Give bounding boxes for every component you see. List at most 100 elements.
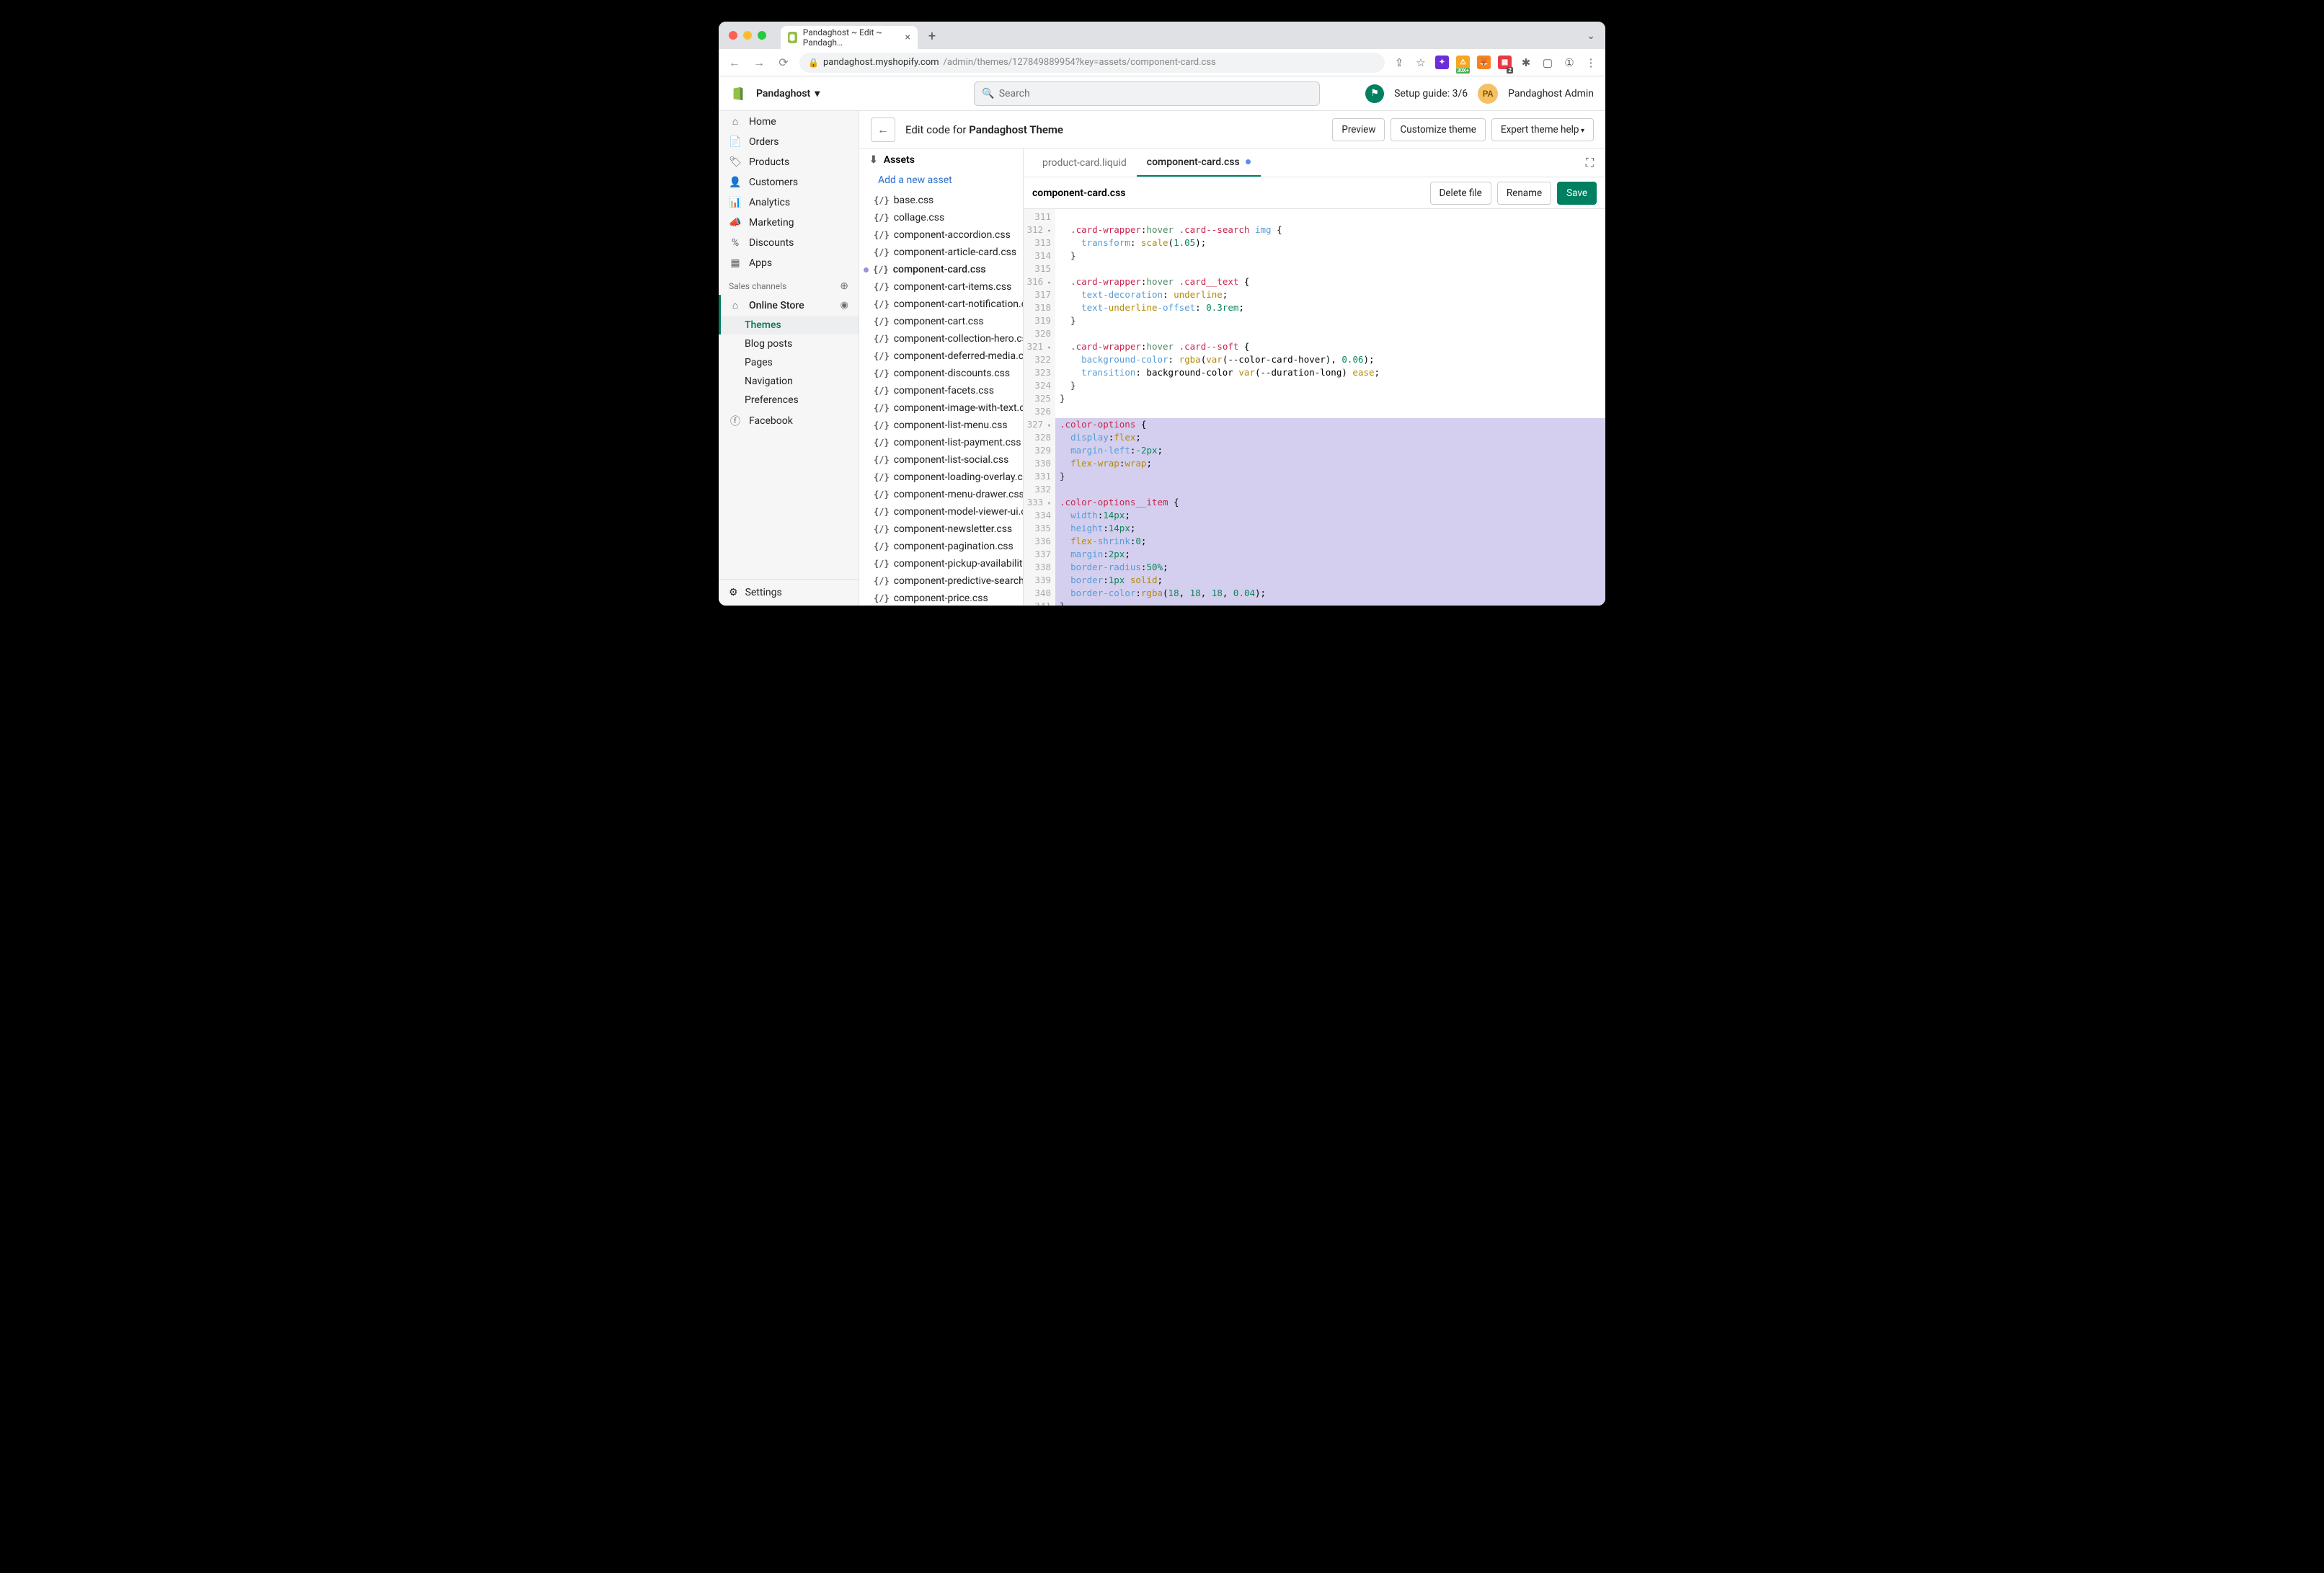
code-line[interactable]: height:14px; <box>1055 522 1605 535</box>
update-icon[interactable]: ① <box>1562 56 1576 69</box>
nav-home[interactable]: ⌂Home <box>719 111 859 132</box>
file-item[interactable]: {/}component-discounts.css <box>859 365 1023 382</box>
kebab-menu-icon[interactable]: ⋮ <box>1584 56 1598 69</box>
code-line[interactable]: .color-options { <box>1055 418 1605 431</box>
file-item[interactable]: {/}component-newsletter.css <box>859 520 1023 538</box>
setup-guide-link[interactable]: Setup guide: 3/6 <box>1394 88 1468 99</box>
save-button[interactable]: Save <box>1557 182 1597 205</box>
nav-customers[interactable]: 👤Customers <box>719 172 859 192</box>
nav-settings[interactable]: ⚙ Settings <box>719 579 859 606</box>
code-line[interactable] <box>1055 483 1605 496</box>
file-item[interactable]: {/}component-article-card.css <box>859 244 1023 261</box>
code-line[interactable]: flex-shrink:0; <box>1055 535 1605 548</box>
code-line[interactable]: .card-wrapper:hover .card__text { <box>1055 275 1605 288</box>
code-line[interactable]: transition: background-color var(--durat… <box>1055 366 1605 379</box>
editor-tab[interactable]: component-card.css <box>1137 149 1261 177</box>
editor-tab[interactable]: product-card.liquid <box>1032 149 1137 177</box>
code-line[interactable]: width:14px; <box>1055 509 1605 522</box>
code-line[interactable]: } <box>1055 249 1605 262</box>
code-line[interactable]: } <box>1055 392 1605 405</box>
nav-marketing[interactable]: 📣Marketing <box>719 213 859 233</box>
file-item[interactable]: {/}component-model-viewer-ui.css <box>859 503 1023 520</box>
add-asset-link[interactable]: Add a new asset <box>859 172 1023 192</box>
code-line[interactable] <box>1055 211 1605 223</box>
assets-section-header[interactable]: ⬇ Assets <box>859 149 1023 172</box>
code-line[interactable]: margin-left:-2px; <box>1055 444 1605 457</box>
file-item[interactable]: {/}component-card.css <box>859 261 1023 278</box>
tabs-menu-button[interactable]: ⌄ <box>1584 27 1598 45</box>
code-line[interactable] <box>1055 262 1605 275</box>
nav-sub-pages[interactable]: Pages <box>719 353 859 372</box>
file-item[interactable]: {/}component-list-payment.css <box>859 434 1023 451</box>
code-line[interactable]: } <box>1055 600 1605 606</box>
nav-orders[interactable]: 📄Orders <box>719 132 859 152</box>
code-line[interactable]: text-underline-offset: 0.3rem; <box>1055 301 1605 314</box>
address-bar[interactable]: 🔒 pandaghost.myshopify.com/admin/themes/… <box>799 53 1385 73</box>
avatar[interactable]: PA <box>1478 84 1498 104</box>
bookmark-icon[interactable]: ☆ <box>1414 56 1428 69</box>
code-line[interactable]: } <box>1055 379 1605 392</box>
file-item[interactable]: {/}collage.css <box>859 209 1023 226</box>
expand-editor-button[interactable]: ⛶ <box>1583 149 1597 177</box>
forward-button[interactable]: → <box>750 56 768 70</box>
file-item[interactable]: {/}component-image-with-text.css <box>859 399 1023 417</box>
nav-sub-navigation[interactable]: Navigation <box>719 372 859 391</box>
file-item[interactable]: {/}component-price.css <box>859 590 1023 606</box>
extension-2[interactable]: ⚠30X+ <box>1456 56 1470 69</box>
code-line[interactable]: text-decoration: underline; <box>1055 288 1605 301</box>
extension-3[interactable]: 🦊 <box>1477 56 1491 69</box>
code-line[interactable]: background-color: rgba(var(--color-card-… <box>1055 353 1605 366</box>
extension-1[interactable]: ✦ <box>1435 56 1449 69</box>
file-item[interactable]: {/}component-menu-drawer.css <box>859 486 1023 503</box>
file-item[interactable]: {/}component-predictive-search.css <box>859 572 1023 590</box>
customize-theme-button[interactable]: Customize theme <box>1391 118 1485 141</box>
browser-tab[interactable]: Pandaghost ~ Edit ~ Pandagh… × <box>781 26 918 49</box>
reload-button[interactable]: ⟳ <box>775 56 792 69</box>
nav-facebook[interactable]: ⓕ Facebook <box>719 409 859 433</box>
code-line[interactable]: border-radius:50%; <box>1055 561 1605 574</box>
code-line[interactable]: margin:2px; <box>1055 548 1605 561</box>
file-item[interactable]: {/}component-collection-hero.css <box>859 330 1023 347</box>
nav-sub-blog-posts[interactable]: Blog posts <box>719 334 859 353</box>
code-body[interactable]: .card-wrapper:hover .card--search img { … <box>1055 209 1605 606</box>
extensions-icon[interactable]: ✱ <box>1519 56 1533 69</box>
admin-name[interactable]: Pandaghost Admin <box>1508 88 1594 99</box>
file-item[interactable]: {/}component-accordion.css <box>859 226 1023 244</box>
code-line[interactable]: } <box>1055 314 1605 327</box>
back-to-themes-button[interactable]: ← <box>871 118 895 142</box>
file-item[interactable]: {/}component-pagination.css <box>859 538 1023 555</box>
maximize-window-button[interactable] <box>758 31 766 40</box>
code-line[interactable]: .card-wrapper:hover .card--search img { <box>1055 223 1605 236</box>
file-item[interactable]: {/}component-loading-overlay.css <box>859 469 1023 486</box>
file-item[interactable]: {/}component-pickup-availability.css <box>859 555 1023 572</box>
expert-help-button[interactable]: Expert theme help <box>1491 118 1594 141</box>
code-editor[interactable]: 3113123133143153163173183193203213223233… <box>1024 209 1605 606</box>
add-channel-button[interactable]: ⊕ <box>840 280 848 292</box>
delete-file-button[interactable]: Delete file <box>1430 182 1491 205</box>
view-store-icon[interactable]: ◉ <box>841 300 848 311</box>
code-line[interactable]: display:flex; <box>1055 431 1605 444</box>
file-item[interactable]: {/}component-deferred-media.css <box>859 347 1023 365</box>
nav-discounts[interactable]: %Discounts <box>719 233 859 253</box>
file-item[interactable]: {/}base.css <box>859 192 1023 209</box>
share-icon[interactable]: ⇪ <box>1392 56 1406 69</box>
code-line[interactable]: } <box>1055 470 1605 483</box>
global-search[interactable]: 🔍 Search <box>974 81 1320 106</box>
file-item[interactable]: {/}component-list-social.css <box>859 451 1023 469</box>
code-line[interactable]: transform: scale(1.05); <box>1055 236 1605 249</box>
code-line[interactable]: .card-wrapper:hover .card--soft { <box>1055 340 1605 353</box>
store-switcher[interactable]: Pandaghost ▾ <box>756 88 820 99</box>
nav-products[interactable]: 🏷Products <box>719 152 859 172</box>
file-item[interactable]: {/}component-facets.css <box>859 382 1023 399</box>
close-tab-icon[interactable]: × <box>905 32 910 43</box>
nav-online-store[interactable]: ⌂ Online Store ◉ <box>719 295 859 316</box>
code-line[interactable] <box>1055 327 1605 340</box>
nav-sub-preferences[interactable]: Preferences <box>719 391 859 409</box>
new-tab-button[interactable]: + <box>922 26 942 46</box>
back-button[interactable]: ← <box>726 56 743 70</box>
file-item[interactable]: {/}component-cart-items.css <box>859 278 1023 296</box>
file-item[interactable]: {/}component-cart.css <box>859 313 1023 330</box>
close-window-button[interactable] <box>729 31 737 40</box>
file-item[interactable]: {/}component-list-menu.css <box>859 417 1023 434</box>
minimize-window-button[interactable] <box>743 31 752 40</box>
